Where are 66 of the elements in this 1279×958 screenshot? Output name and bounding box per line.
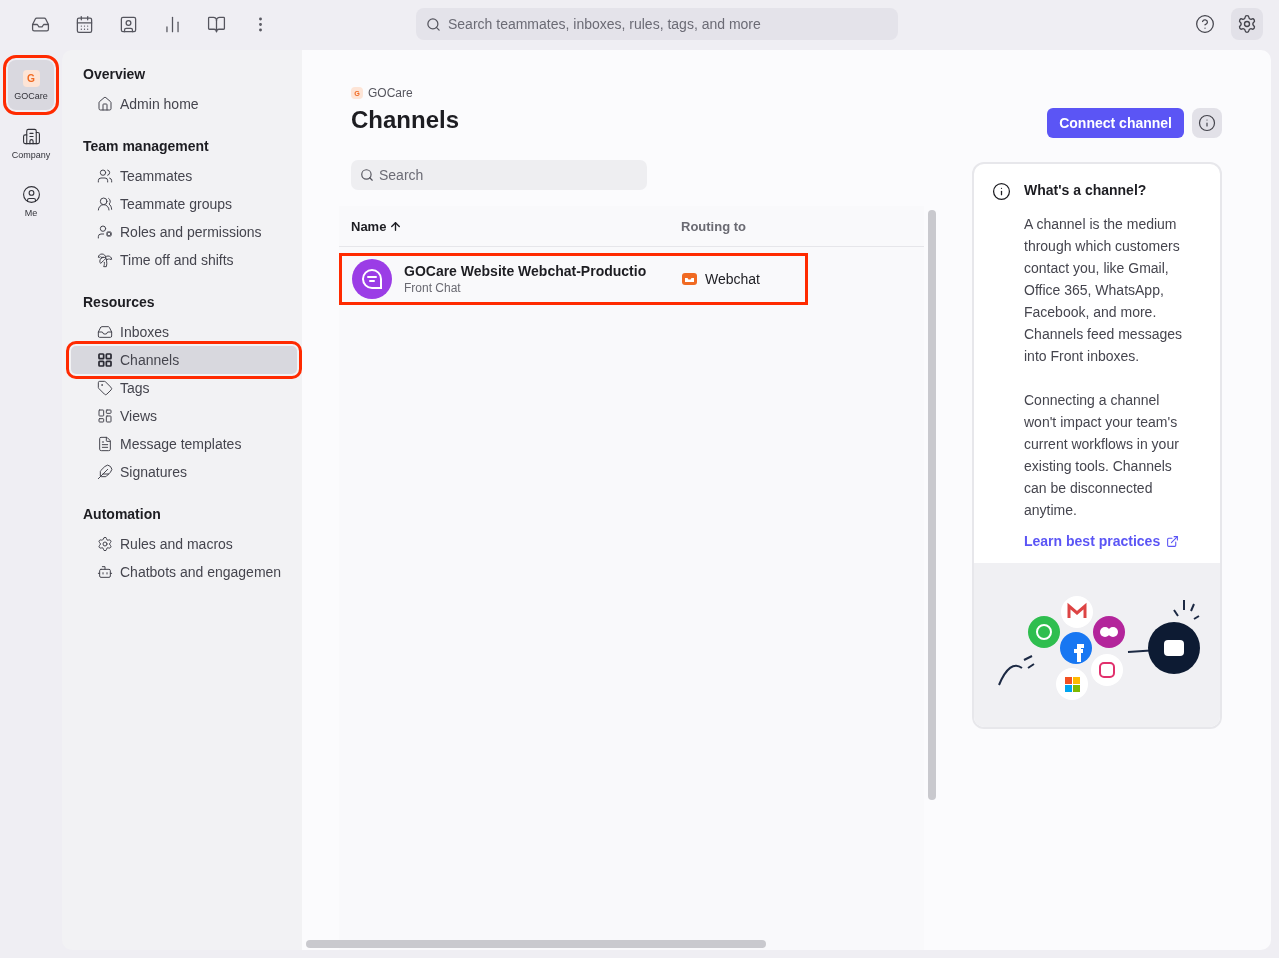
user-circle-icon bbox=[21, 184, 41, 204]
channel-type: Front Chat bbox=[404, 281, 462, 295]
learn-link[interactable]: Learn best practices bbox=[1024, 533, 1180, 549]
settings-button[interactable] bbox=[1231, 8, 1263, 40]
nav-item[interactable]: Signatures bbox=[71, 458, 297, 486]
nav-icon bbox=[97, 224, 113, 240]
card-title: What's a channel? bbox=[1024, 182, 1148, 200]
building-icon bbox=[21, 126, 41, 146]
page-title: Channels bbox=[351, 106, 461, 134]
nav-item[interactable]: Tags bbox=[71, 374, 297, 402]
nav-icon bbox=[97, 380, 113, 396]
column-header[interactable]: Name bbox=[351, 218, 681, 234]
nav-item[interactable]: Teammate groups bbox=[71, 190, 297, 218]
routing-inbox: Webchat bbox=[705, 271, 760, 287]
settings-icon bbox=[1237, 14, 1257, 34]
channel-row[interactable]: GOCare Website Webchat-Productio Front Chat Webchat bbox=[339, 253, 808, 305]
nav-icon bbox=[97, 408, 113, 424]
section-heading: Overview bbox=[83, 66, 147, 82]
nav-item[interactable]: Chatbots and engagemen bbox=[71, 558, 297, 586]
nav-icon bbox=[97, 96, 113, 112]
section-heading: Automation bbox=[83, 506, 162, 522]
rail-item[interactable]: Me bbox=[8, 176, 54, 226]
connect-channel-button[interactable]: Connect channel bbox=[1047, 108, 1184, 138]
rail-label: GOCare bbox=[14, 90, 48, 101]
info-button[interactable] bbox=[1192, 108, 1222, 138]
nav-icon bbox=[97, 536, 113, 552]
help-icon bbox=[1195, 14, 1215, 34]
nav-icon bbox=[97, 436, 113, 452]
search-icon bbox=[426, 16, 441, 32]
nav-item[interactable]: Views bbox=[71, 402, 297, 430]
nav-item[interactable]: Teammates bbox=[71, 162, 297, 190]
nav-icon bbox=[97, 324, 113, 340]
sort-arrow-icon bbox=[389, 219, 403, 233]
nav-icon bbox=[97, 352, 113, 368]
vertical-scrollbar[interactable] bbox=[928, 210, 936, 800]
nav-icon bbox=[97, 196, 113, 212]
search-icon bbox=[360, 168, 374, 182]
rail-item[interactable]: Company bbox=[8, 118, 54, 168]
nav-icon bbox=[97, 252, 113, 268]
nav-icon bbox=[97, 168, 113, 184]
rail-label: Me bbox=[24, 207, 38, 218]
breadcrumb: GOCare bbox=[368, 86, 413, 100]
section-heading: Resources bbox=[83, 294, 156, 310]
global-search-field[interactable]: Search teammates, inboxes, rules, tags, and more bbox=[416, 8, 898, 40]
nav-icon bbox=[97, 564, 113, 580]
inbox-icon bbox=[682, 273, 697, 285]
info-icon bbox=[1198, 114, 1216, 132]
column-header[interactable]: Routing to bbox=[681, 218, 831, 234]
nav-icon bbox=[97, 464, 113, 480]
nav-item[interactable]: Rules and macros bbox=[71, 530, 297, 558]
nav-item[interactable]: Message templates bbox=[71, 430, 297, 458]
nav-item[interactable]: Inboxes bbox=[71, 318, 297, 346]
nav-item[interactable]: Time off and shifts bbox=[71, 246, 297, 274]
card-paragraph: Connecting a channel won't impact your team's current workflows in your existing tools. Channels can be disconnected anytime. bbox=[1024, 391, 1180, 520]
external-link-icon bbox=[1166, 534, 1180, 548]
card-paragraph: A channel is the medium through which customers contact you, like Gmail, Office 365, WhatsApp, Facebook, and more. Channels feed messages into Front inboxes. bbox=[1024, 215, 1183, 366]
chat-avatar-icon bbox=[352, 259, 392, 299]
nav-item[interactable]: Roles and permissions bbox=[71, 218, 297, 246]
workspace-initial: G bbox=[22, 69, 40, 87]
nav-item[interactable]: Admin home bbox=[71, 90, 297, 118]
search-field[interactable]: Search bbox=[351, 160, 647, 190]
horizontal-scrollbar[interactable] bbox=[306, 940, 766, 948]
section-heading: Team management bbox=[83, 138, 210, 154]
rail-label: Company bbox=[11, 149, 51, 160]
channel-name: GOCare Website Webchat-Productio bbox=[404, 263, 648, 279]
info-icon bbox=[992, 182, 1011, 201]
